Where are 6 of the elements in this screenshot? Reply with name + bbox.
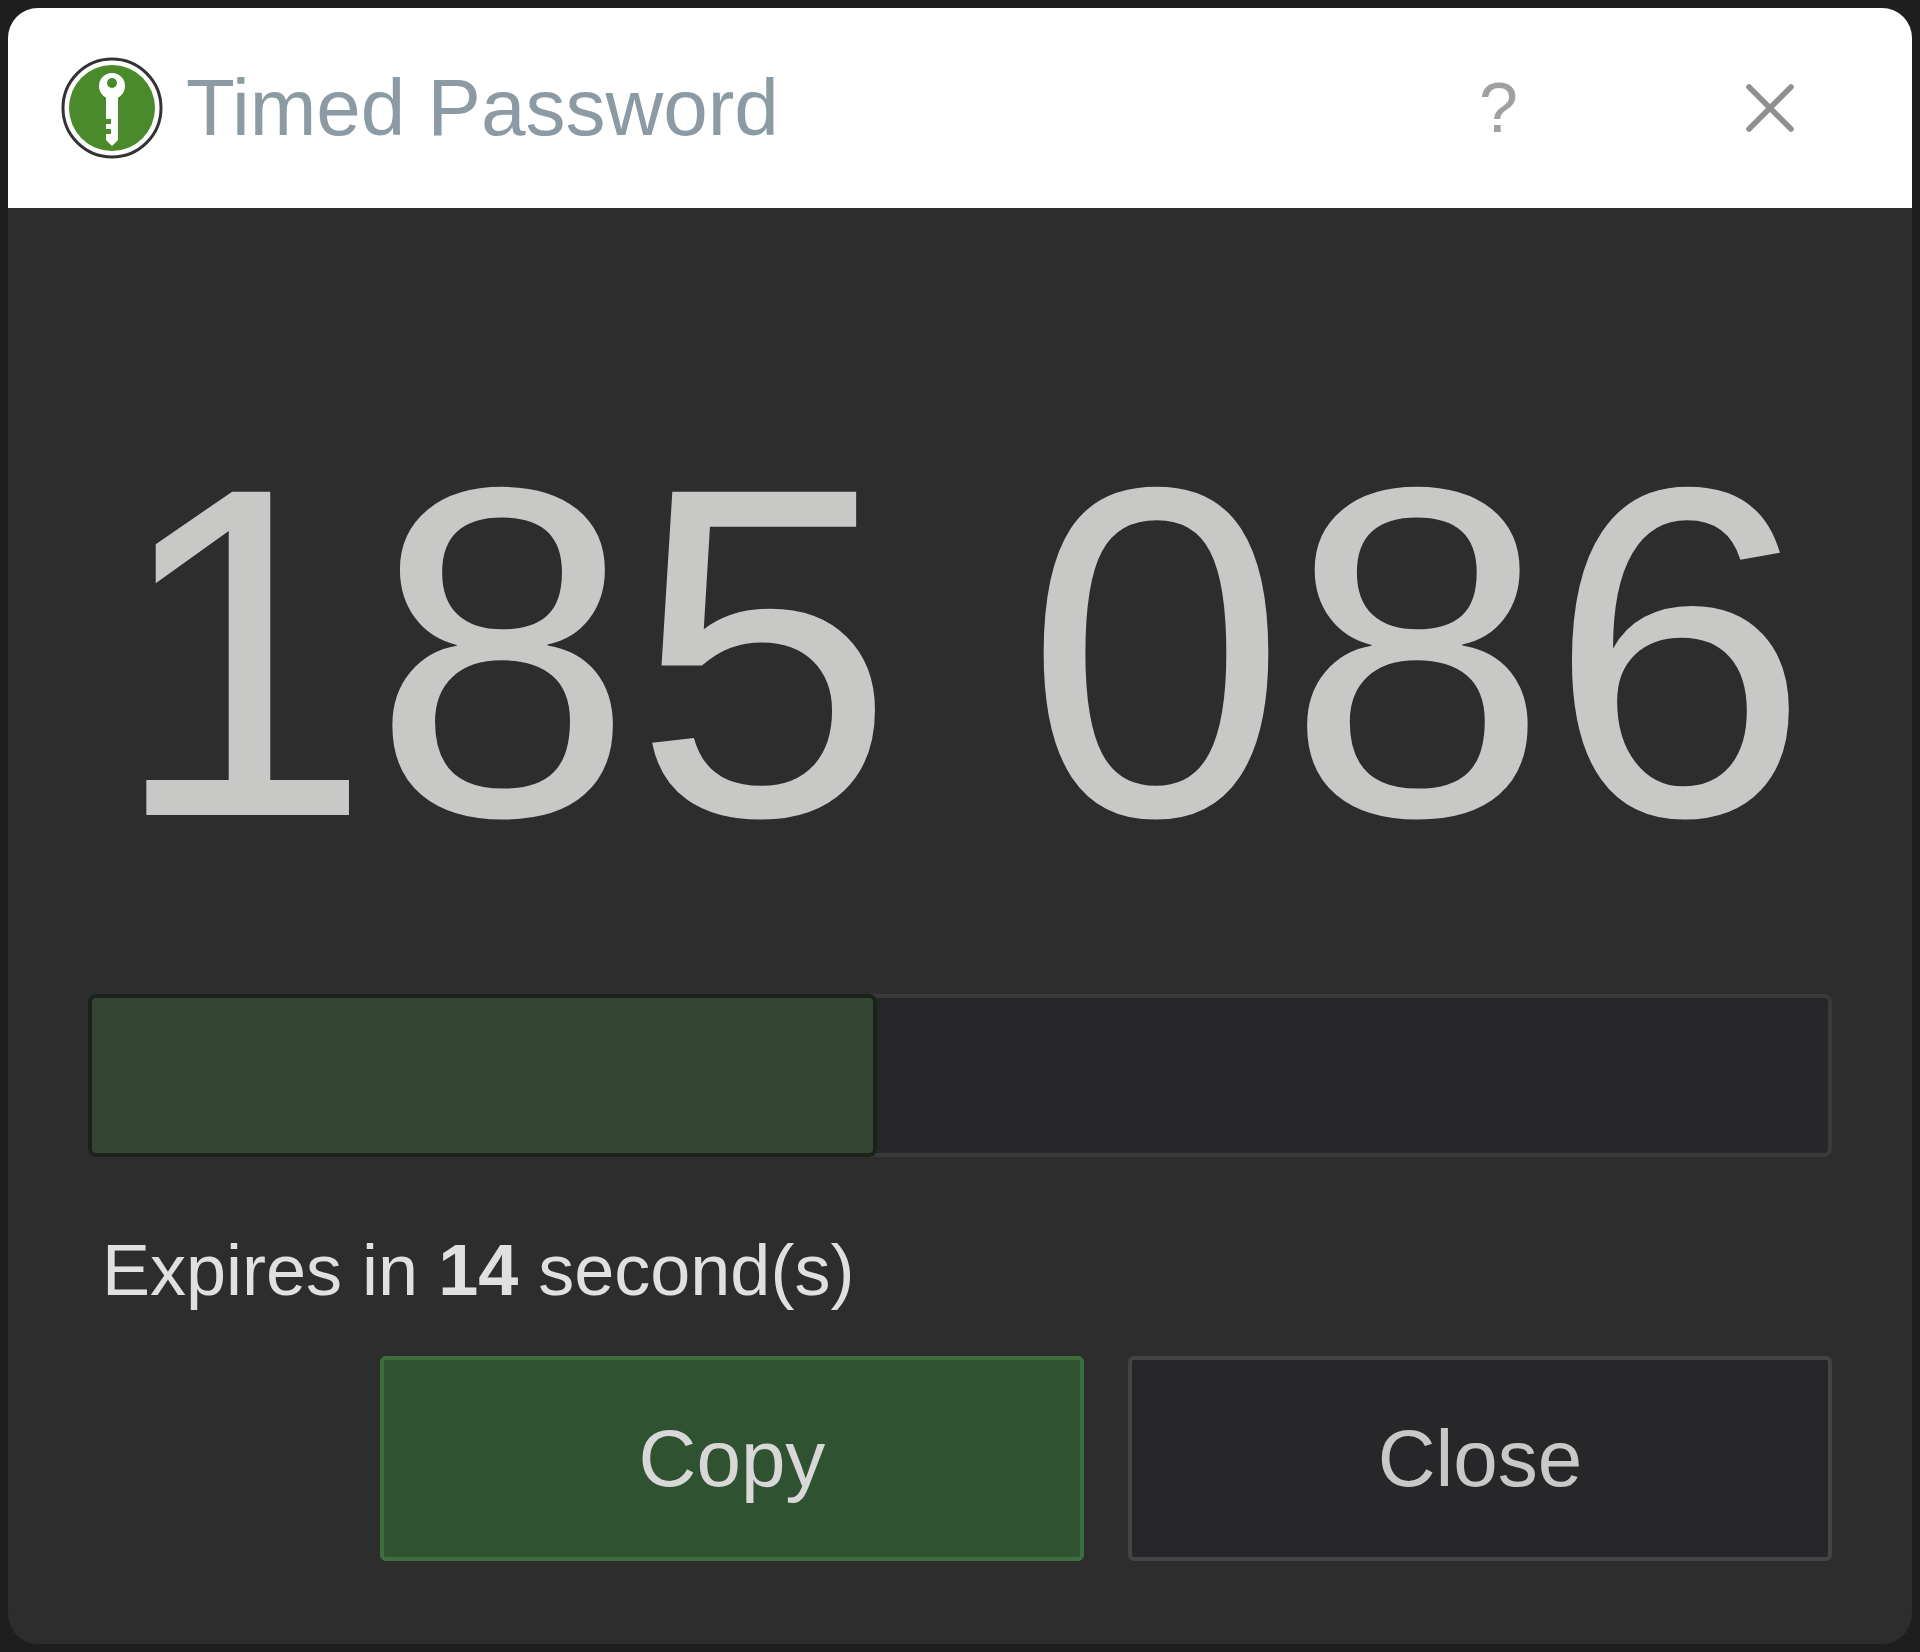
expiry-text: Expires in 14 second(s) [102, 1229, 856, 1312]
key-logo-icon [60, 56, 164, 160]
copy-button[interactable]: Copy [380, 1356, 1084, 1562]
close-button[interactable]: Close [1128, 1356, 1832, 1562]
window-title: Timed Password [186, 68, 779, 148]
timed-code: 185 086 [109, 418, 1811, 888]
